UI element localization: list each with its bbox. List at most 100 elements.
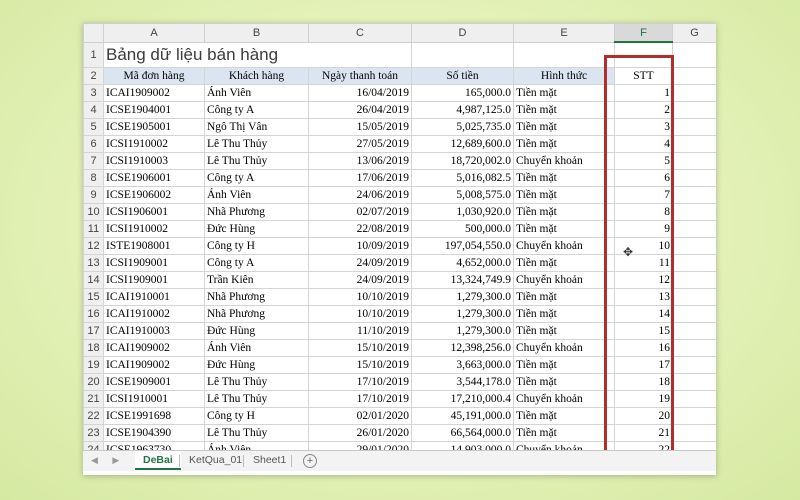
method-cell[interactable]: Tiền mặt xyxy=(513,322,615,340)
amount-cell[interactable]: 1,030,920.0 xyxy=(411,203,514,221)
row-header[interactable]: 18 xyxy=(83,339,104,357)
amount-cell[interactable]: 1,279,300.0 xyxy=(411,305,514,323)
customer-cell[interactable]: Ánh Viên xyxy=(204,84,309,102)
stt-cell[interactable]: 1 xyxy=(614,84,673,102)
order-id-cell[interactable]: ICSE1905001 xyxy=(103,118,205,136)
amount-cell[interactable]: 17,210,000.4 xyxy=(411,390,514,408)
method-cell[interactable]: Tiền mặt xyxy=(513,424,615,442)
amount-cell[interactable]: 1,279,300.0 xyxy=(411,322,514,340)
method-cell[interactable]: Chuyển khoản xyxy=(513,339,615,357)
row-header[interactable]: 8 xyxy=(83,169,104,187)
add-sheet-icon[interactable]: + xyxy=(303,454,317,468)
order-id-cell[interactable]: ICSE1991698 xyxy=(103,407,205,425)
row-header[interactable]: 7 xyxy=(83,152,104,170)
tab-scroll-arrows-icon[interactable]: ◀ ▶ xyxy=(91,455,125,466)
row-header[interactable]: 22 xyxy=(83,407,104,425)
stt-cell[interactable]: 8 xyxy=(614,203,673,221)
payment-date-cell[interactable]: 02/01/2020 xyxy=(308,407,412,425)
stt-cell[interactable]: 13 xyxy=(614,288,673,306)
customer-cell[interactable]: Lê Thu Thủy xyxy=(204,135,309,153)
cell[interactable] xyxy=(672,84,716,102)
cell[interactable] xyxy=(672,356,716,374)
payment-date-cell[interactable]: 27/05/2019 xyxy=(308,135,412,153)
amount-cell[interactable]: 1,279,300.0 xyxy=(411,288,514,306)
order-id-cell[interactable]: ICSI1909001 xyxy=(103,271,205,289)
amount-cell[interactable]: 500,000.0 xyxy=(411,220,514,238)
method-cell[interactable]: Tiền mặt xyxy=(513,169,615,187)
payment-date-cell[interactable]: 13/06/2019 xyxy=(308,152,412,170)
tab-debai[interactable]: DeBai xyxy=(135,451,181,470)
method-cell[interactable]: Tiền mặt xyxy=(513,186,615,204)
cell[interactable] xyxy=(672,67,716,85)
row-header[interactable]: 20 xyxy=(83,373,104,391)
stt-cell[interactable]: 3 xyxy=(614,118,673,136)
cell[interactable] xyxy=(672,390,716,408)
stt-cell[interactable]: 17 xyxy=(614,356,673,374)
amount-cell[interactable]: 197,054,550.0 xyxy=(411,237,514,255)
row-header[interactable]: 9 xyxy=(83,186,104,204)
row-header[interactable]: 5 xyxy=(83,118,104,136)
stt-cell[interactable]: 18 xyxy=(614,373,673,391)
customer-cell[interactable]: Công ty H xyxy=(204,237,309,255)
cell-grid[interactable]: A B C D E F G 1 Bảng dữ liệu bán hàng 2 … xyxy=(83,23,716,459)
customer-cell[interactable]: Công ty A xyxy=(204,254,309,272)
amount-cell[interactable]: 5,016,082.5 xyxy=(411,169,514,187)
customer-cell[interactable]: Lê Thu Thủy xyxy=(204,424,309,442)
header-order-id[interactable]: Mã đơn hàng xyxy=(103,67,205,85)
cell[interactable] xyxy=(672,237,716,255)
method-cell[interactable]: Tiền mặt xyxy=(513,305,615,323)
select-all-corner[interactable] xyxy=(83,23,104,43)
payment-date-cell[interactable]: 10/10/2019 xyxy=(308,288,412,306)
order-id-cell[interactable]: ICSI1909001 xyxy=(103,254,205,272)
customer-cell[interactable]: Nhã Phương xyxy=(204,305,309,323)
row-header[interactable]: 23 xyxy=(83,424,104,442)
order-id-cell[interactable]: ICSE1904001 xyxy=(103,101,205,119)
amount-cell[interactable]: 5,025,735.0 xyxy=(411,118,514,136)
row-header[interactable]: 1 xyxy=(83,41,104,68)
stt-cell[interactable]: 14 xyxy=(614,305,673,323)
method-cell[interactable]: Tiền mặt xyxy=(513,101,615,119)
tab-ketqua-01[interactable]: KetQua_01 xyxy=(181,451,250,470)
cell[interactable] xyxy=(672,101,716,119)
payment-date-cell[interactable]: 24/09/2019 xyxy=(308,254,412,272)
method-cell[interactable]: Chuyển khoản xyxy=(513,390,615,408)
tab-sheet1[interactable]: Sheet1 xyxy=(245,451,294,470)
column-header-b[interactable]: B xyxy=(204,23,309,43)
order-id-cell[interactable]: ICAI1910003 xyxy=(103,322,205,340)
cell[interactable] xyxy=(672,152,716,170)
method-cell[interactable]: Tiền mặt xyxy=(513,407,615,425)
order-id-cell[interactable]: ICSI1910002 xyxy=(103,135,205,153)
stt-cell[interactable]: 20 xyxy=(614,407,673,425)
cell[interactable] xyxy=(672,407,716,425)
row-header[interactable]: 2 xyxy=(83,67,104,85)
customer-cell[interactable]: Ánh Viên xyxy=(204,186,309,204)
cell[interactable] xyxy=(672,186,716,204)
method-cell[interactable]: Chuyển khoản xyxy=(513,237,615,255)
cell[interactable] xyxy=(672,305,716,323)
amount-cell[interactable]: 13,324,749.9 xyxy=(411,271,514,289)
row-header[interactable]: 3 xyxy=(83,84,104,102)
row-header[interactable]: 10 xyxy=(83,203,104,221)
amount-cell[interactable]: 4,652,000.0 xyxy=(411,254,514,272)
payment-date-cell[interactable]: 10/10/2019 xyxy=(308,305,412,323)
row-header[interactable]: 17 xyxy=(83,322,104,340)
payment-date-cell[interactable]: 15/10/2019 xyxy=(308,339,412,357)
order-id-cell[interactable]: ICSE1904390 xyxy=(103,424,205,442)
payment-date-cell[interactable]: 24/06/2019 xyxy=(308,186,412,204)
method-cell[interactable]: Tiền mặt xyxy=(513,254,615,272)
column-header-f[interactable]: F xyxy=(614,23,673,43)
customer-cell[interactable]: Lê Thu Thủy xyxy=(204,373,309,391)
payment-date-cell[interactable]: 15/10/2019 xyxy=(308,356,412,374)
amount-cell[interactable]: 4,987,125.0 xyxy=(411,101,514,119)
stt-cell[interactable]: 5 xyxy=(614,152,673,170)
order-id-cell[interactable]: ICSE1906002 xyxy=(103,186,205,204)
cell[interactable] xyxy=(672,254,716,272)
column-header-e[interactable]: E xyxy=(513,23,615,43)
payment-date-cell[interactable]: 10/09/2019 xyxy=(308,237,412,255)
method-cell[interactable]: Tiền mặt xyxy=(513,84,615,102)
cell[interactable] xyxy=(672,118,716,136)
order-id-cell[interactable]: ICSE1906001 xyxy=(103,169,205,187)
customer-cell[interactable]: Lê Thu Thủy xyxy=(204,152,309,170)
method-cell[interactable]: Tiền mặt xyxy=(513,356,615,374)
payment-date-cell[interactable]: 16/04/2019 xyxy=(308,84,412,102)
